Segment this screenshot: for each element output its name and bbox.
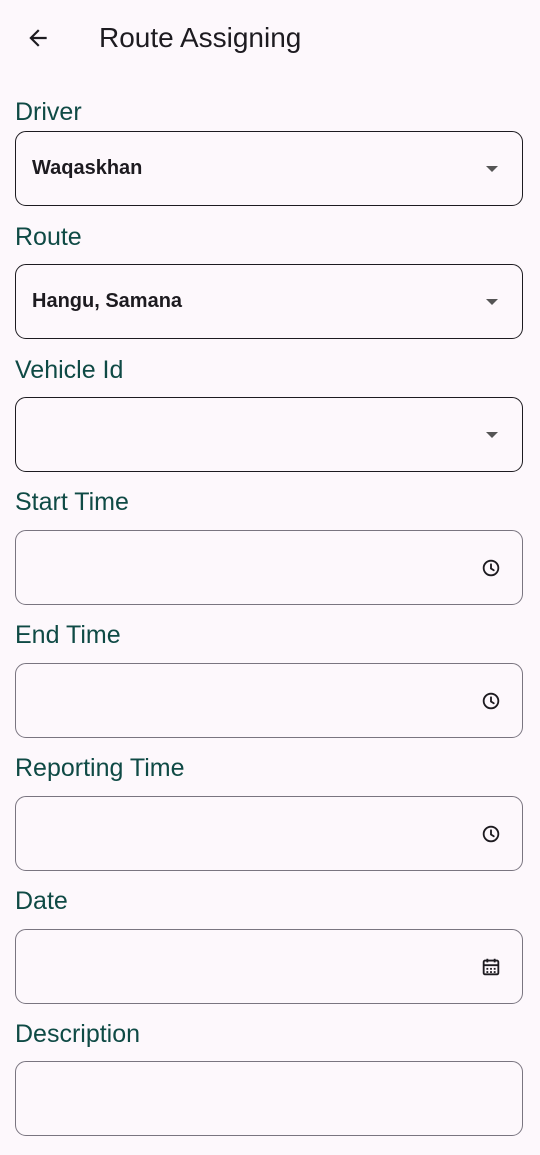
- date-label: Date: [15, 887, 68, 915]
- app-bar: Route Assigning: [0, 0, 540, 76]
- start-time-field[interactable]: [15, 530, 523, 605]
- page-title: Route Assigning: [99, 22, 302, 53]
- description-field[interactable]: [15, 1061, 523, 1136]
- calendar-icon[interactable]: [480, 956, 502, 978]
- route-value: Hangu, Samana: [32, 290, 183, 312]
- vehicle-id-dropdown[interactable]: [15, 397, 523, 472]
- dropdown-arrow-icon: [486, 165, 498, 172]
- route-dropdown[interactable]: Hangu, Samana: [15, 264, 523, 339]
- end-time-label: End Time: [15, 621, 121, 649]
- driver-label: Driver: [15, 98, 82, 126]
- dropdown-arrow-icon: [486, 431, 498, 438]
- clock-icon[interactable]: [480, 690, 502, 712]
- end-time-field[interactable]: [15, 663, 523, 738]
- start-time-label: Start Time: [15, 488, 129, 516]
- driver-dropdown[interactable]: Waqaskhan: [15, 131, 523, 206]
- date-field[interactable]: [15, 929, 523, 1004]
- arrow-back-icon: [29, 29, 47, 47]
- back-button[interactable]: [18, 18, 58, 58]
- vehicle-id-label: Vehicle Id: [15, 356, 124, 384]
- dropdown-arrow-icon: [486, 298, 498, 305]
- reporting-time-field[interactable]: [15, 796, 523, 871]
- driver-value: Waqaskhan: [32, 157, 143, 179]
- reporting-time-label: Reporting Time: [15, 754, 185, 782]
- clock-icon[interactable]: [480, 823, 502, 845]
- clock-icon[interactable]: [480, 557, 502, 579]
- description-label: Description: [15, 1020, 141, 1048]
- route-label: Route: [15, 223, 82, 251]
